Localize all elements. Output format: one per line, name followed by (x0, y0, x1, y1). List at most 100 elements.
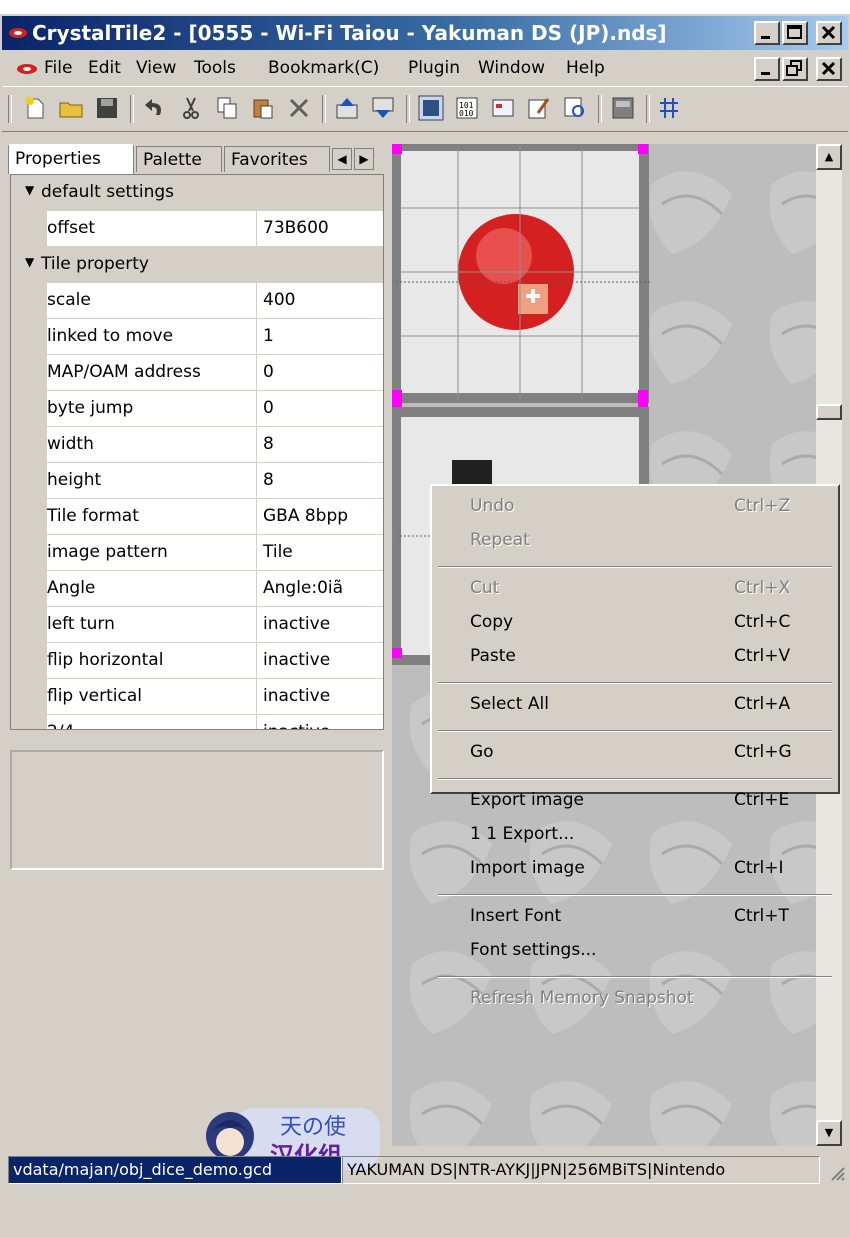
property-value[interactable]: GBA 8bpp (263, 506, 348, 526)
menu-item-copy[interactable]: Copy Ctrl+C (432, 608, 838, 640)
menu-item-import-image[interactable]: Import image Ctrl+I (432, 854, 838, 886)
property-group[interactable]: ▼ Tile property (11, 247, 383, 283)
menu-item-cut: Cut Ctrl+X (432, 574, 838, 606)
scroll-thumb[interactable] (816, 404, 842, 420)
collapse-arrow-icon[interactable]: ▼ (25, 183, 34, 197)
save-icon[interactable] (94, 95, 120, 121)
menu-file[interactable]: File (44, 58, 72, 78)
column-divider[interactable] (256, 355, 257, 391)
property-row[interactable]: byte jump 0 (11, 391, 383, 427)
delete-icon[interactable] (286, 95, 312, 121)
property-value[interactable]: 8 (263, 434, 274, 454)
property-row[interactable]: offset 73B600 (11, 211, 383, 247)
close-button[interactable] (816, 21, 842, 45)
menu-view[interactable]: View (136, 58, 176, 78)
property-value[interactable]: 1 (263, 326, 274, 346)
tab-scroll-left-icon[interactable]: ◀ (332, 148, 352, 170)
property-row[interactable]: linked to move 1 (11, 319, 383, 355)
maximize-button[interactable] (782, 21, 808, 45)
property-value[interactable]: inactive (263, 614, 330, 634)
property-indent (11, 427, 47, 462)
property-value[interactable]: Tile (263, 542, 293, 562)
column-divider[interactable] (256, 535, 257, 571)
menu-bookmark[interactable]: Bookmark(C) (268, 58, 379, 78)
column-divider[interactable] (256, 319, 257, 355)
mdi-minimize-button[interactable] (754, 57, 780, 81)
scroll-up-icon[interactable]: ▲ (816, 144, 842, 170)
property-value[interactable]: inactive (263, 722, 330, 729)
column-divider[interactable] (256, 211, 257, 247)
menu-edit[interactable]: Edit (88, 58, 121, 78)
property-row[interactable]: image pattern Tile (11, 535, 383, 571)
property-value[interactable]: 400 (263, 290, 295, 310)
mdi-close-button[interactable] (816, 57, 842, 81)
property-row[interactable]: width 8 (11, 427, 383, 463)
property-row[interactable]: Tile format GBA 8bpp (11, 499, 383, 535)
column-divider[interactable] (256, 283, 257, 319)
column-divider[interactable] (256, 427, 257, 463)
menu-plugin[interactable]: Plugin (408, 58, 460, 78)
property-row[interactable]: flip vertical inactive (11, 679, 383, 715)
menu-item-paste[interactable]: Paste Ctrl+V (432, 642, 838, 674)
import-icon[interactable] (334, 95, 360, 121)
column-divider[interactable] (256, 643, 257, 679)
menu-item-insert-font[interactable]: Insert Font Ctrl+T (432, 902, 838, 934)
column-divider[interactable] (256, 607, 257, 643)
search-icon[interactable] (562, 95, 588, 121)
property-value[interactable]: Angle:0iã (263, 578, 343, 598)
property-row[interactable]: flip horizontal inactive (11, 643, 383, 679)
title-bar[interactable]: CrystalTile2 - [0555 - Wi-Fi Taiou - Yak… (2, 16, 848, 50)
menu-item-go[interactable]: Go Ctrl+G (432, 738, 838, 770)
hex-view-icon[interactable]: 101010 (454, 95, 480, 121)
property-value[interactable]: 73B600 (263, 218, 329, 238)
export-icon[interactable] (370, 95, 396, 121)
property-row[interactable]: MAP/OAM address 0 (11, 355, 383, 391)
menu-window[interactable]: Window (478, 58, 545, 78)
column-divider[interactable] (256, 715, 257, 729)
scroll-down-icon[interactable]: ▼ (816, 1120, 842, 1146)
undo-icon[interactable] (142, 95, 168, 121)
tab-favorites[interactable]: Favorites (224, 146, 330, 172)
column-divider[interactable] (256, 679, 257, 715)
column-divider[interactable] (256, 391, 257, 427)
property-value[interactable]: inactive (263, 650, 330, 670)
property-value[interactable]: 0 (263, 398, 274, 418)
menu-help[interactable]: Help (566, 58, 605, 78)
column-divider[interactable] (256, 571, 257, 607)
tab-palette[interactable]: Palette (136, 146, 222, 172)
text-table-icon[interactable] (490, 95, 516, 121)
grid-icon[interactable] (656, 95, 682, 121)
property-group[interactable]: ▼ default settings (11, 175, 383, 211)
minimize-button[interactable] (754, 21, 780, 45)
property-value[interactable]: 0 (263, 362, 274, 382)
menu-item-select-all[interactable]: Select All Ctrl+A (432, 690, 838, 722)
property-value[interactable]: 8 (263, 470, 274, 490)
copy-icon[interactable] (214, 95, 240, 121)
crystaltile-menu-icon[interactable] (16, 62, 38, 76)
tab-scroll-right-icon[interactable]: ▶ (354, 148, 374, 170)
menu-tools[interactable]: Tools (194, 58, 236, 78)
menu-item-1-1-export[interactable]: 1 1 Export... (432, 820, 838, 852)
cut-icon[interactable] (178, 95, 204, 121)
menu-item-font-settings[interactable]: Font settings... (432, 936, 838, 968)
menu-item-export-image[interactable]: Export image Ctrl+E (432, 786, 838, 818)
tab-properties[interactable]: Properties (8, 144, 134, 174)
palette-icon[interactable] (610, 95, 636, 121)
open-folder-icon[interactable] (58, 95, 84, 121)
paste-icon[interactable] (250, 95, 276, 121)
property-row[interactable]: 2/4 inactive (11, 715, 383, 729)
property-value[interactable]: inactive (263, 686, 330, 706)
tile-view-icon[interactable] (418, 95, 444, 121)
collapse-arrow-icon[interactable]: ▼ (25, 255, 34, 269)
property-row[interactable]: left turn inactive (11, 607, 383, 643)
property-row[interactable]: height 8 (11, 463, 383, 499)
property-row[interactable]: scale 400 (11, 283, 383, 319)
column-divider[interactable] (256, 499, 257, 535)
column-divider[interactable] (256, 463, 257, 499)
new-file-icon[interactable] (22, 95, 48, 121)
property-row[interactable]: Angle Angle:0iã (11, 571, 383, 607)
menu-item-shortcut: Ctrl+Z (734, 496, 791, 516)
resize-grip-icon[interactable] (828, 1160, 846, 1182)
mdi-restore-button[interactable] (782, 57, 808, 81)
edit-icon[interactable] (526, 95, 552, 121)
